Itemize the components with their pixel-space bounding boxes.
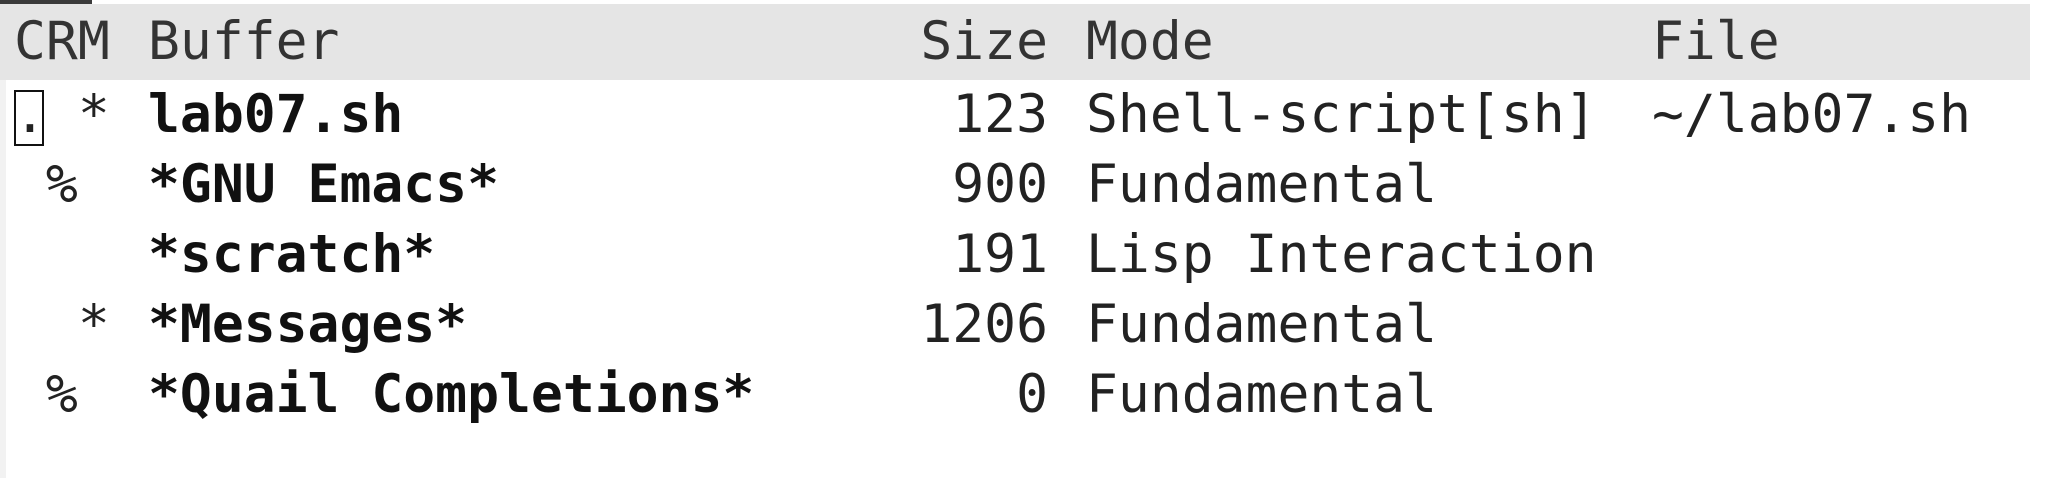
buffer-list: . * lab07.sh 123 Shell-script[sh] ~/lab0…: [0, 80, 2030, 478]
buffer-mode: Fundamental: [1086, 154, 1437, 215]
buffer-size: 123: [952, 84, 1048, 145]
buffer-name[interactable]: lab07.sh: [148, 80, 403, 150]
header-file[interactable]: File: [1652, 7, 1780, 77]
buffer-name[interactable]: *scratch*: [148, 220, 435, 290]
buffer-row[interactable]: . * lab07.sh 123 Shell-script[sh] ~/lab0…: [0, 80, 2030, 150]
buffer-row[interactable]: % *GNU Emacs* 900 Fundamental: [0, 150, 2030, 220]
buffer-size: 900: [952, 154, 1048, 215]
buffer-flags: . *: [14, 84, 110, 145]
header-crm[interactable]: CRM: [14, 7, 110, 77]
column-header-row: CRM Buffer Size Mode File: [0, 4, 2030, 80]
buffer-row[interactable]: *scratch* 191 Lisp Interaction: [0, 220, 2030, 290]
buffer-size: 0: [1016, 364, 1048, 425]
buffer-flags: %: [14, 364, 78, 425]
buffer-name[interactable]: *GNU Emacs*: [148, 150, 499, 220]
buffer-flags: *: [14, 294, 110, 355]
buffer-file[interactable]: ~/lab07.sh: [1652, 80, 1971, 150]
buffer-size: 1206: [920, 294, 1048, 355]
buffer-size: 191: [952, 224, 1048, 285]
buffer-row[interactable]: % *Quail Completions* 0 Fundamental: [0, 360, 2030, 430]
buffer-flags: %: [14, 154, 78, 215]
buffer-name[interactable]: *Quail Completions*: [148, 360, 754, 430]
header-size[interactable]: Size: [880, 7, 1048, 77]
header-buffer[interactable]: Buffer: [148, 7, 339, 77]
buffer-mode: Shell-script[sh]: [1086, 84, 1597, 145]
buffer-mode: Lisp Interaction: [1086, 224, 1597, 285]
buffer-mode: Fundamental: [1086, 364, 1437, 425]
buffer-row[interactable]: * *Messages* 1206 Fundamental: [0, 290, 2030, 360]
buffer-name[interactable]: *Messages*: [148, 290, 467, 360]
header-mode[interactable]: Mode: [1086, 7, 1214, 77]
buffer-list-window: CRM Buffer Size Mode File . * lab07.sh 1…: [0, 0, 2046, 478]
buffer-mode: Fundamental: [1086, 294, 1437, 355]
